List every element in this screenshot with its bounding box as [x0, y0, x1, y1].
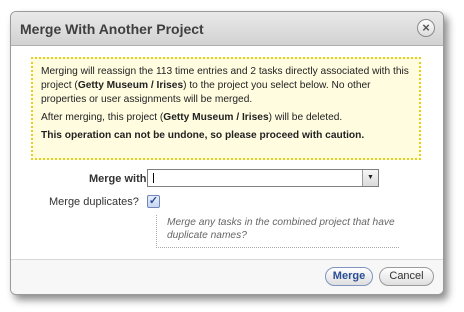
merge-duplicates-hint: Merge any tasks in the combined project … [156, 215, 399, 248]
merge-duplicates-label: Merge duplicates? [49, 196, 139, 208]
dialog-footer: Merge Cancel [11, 259, 443, 294]
project-name: Getty Museum / Irises [77, 80, 184, 91]
merge-with-label: Merge with: [89, 173, 151, 185]
merge-duplicates-checkbox[interactable]: ✓ [147, 195, 160, 208]
warning-text-caution: This operation can not be undone, so ple… [41, 130, 365, 141]
chevron-down-icon[interactable]: ▼ [362, 170, 378, 186]
dialog-title: Merge With Another Project [20, 21, 204, 37]
merge-button[interactable]: Merge [325, 267, 373, 286]
cancel-button[interactable]: Cancel [379, 267, 434, 286]
close-icon[interactable]: × [417, 19, 435, 37]
warning-box: Merging will reassign the 113 time entri… [31, 57, 421, 160]
warning-text-delete: After merging, this project (Getty Museu… [41, 112, 343, 123]
merge-with-select[interactable]: ▼ [147, 169, 379, 187]
dialog-titlebar: Merge With Another Project × [11, 12, 443, 46]
warning-text-reassign: Merging will reassign the 113 time entri… [41, 66, 409, 105]
check-icon: ✓ [148, 195, 159, 207]
merge-dialog: Merge With Another Project × Merging wil… [10, 11, 444, 295]
text-cursor [153, 173, 154, 183]
project-name: Getty Museum / Irises [163, 112, 269, 123]
